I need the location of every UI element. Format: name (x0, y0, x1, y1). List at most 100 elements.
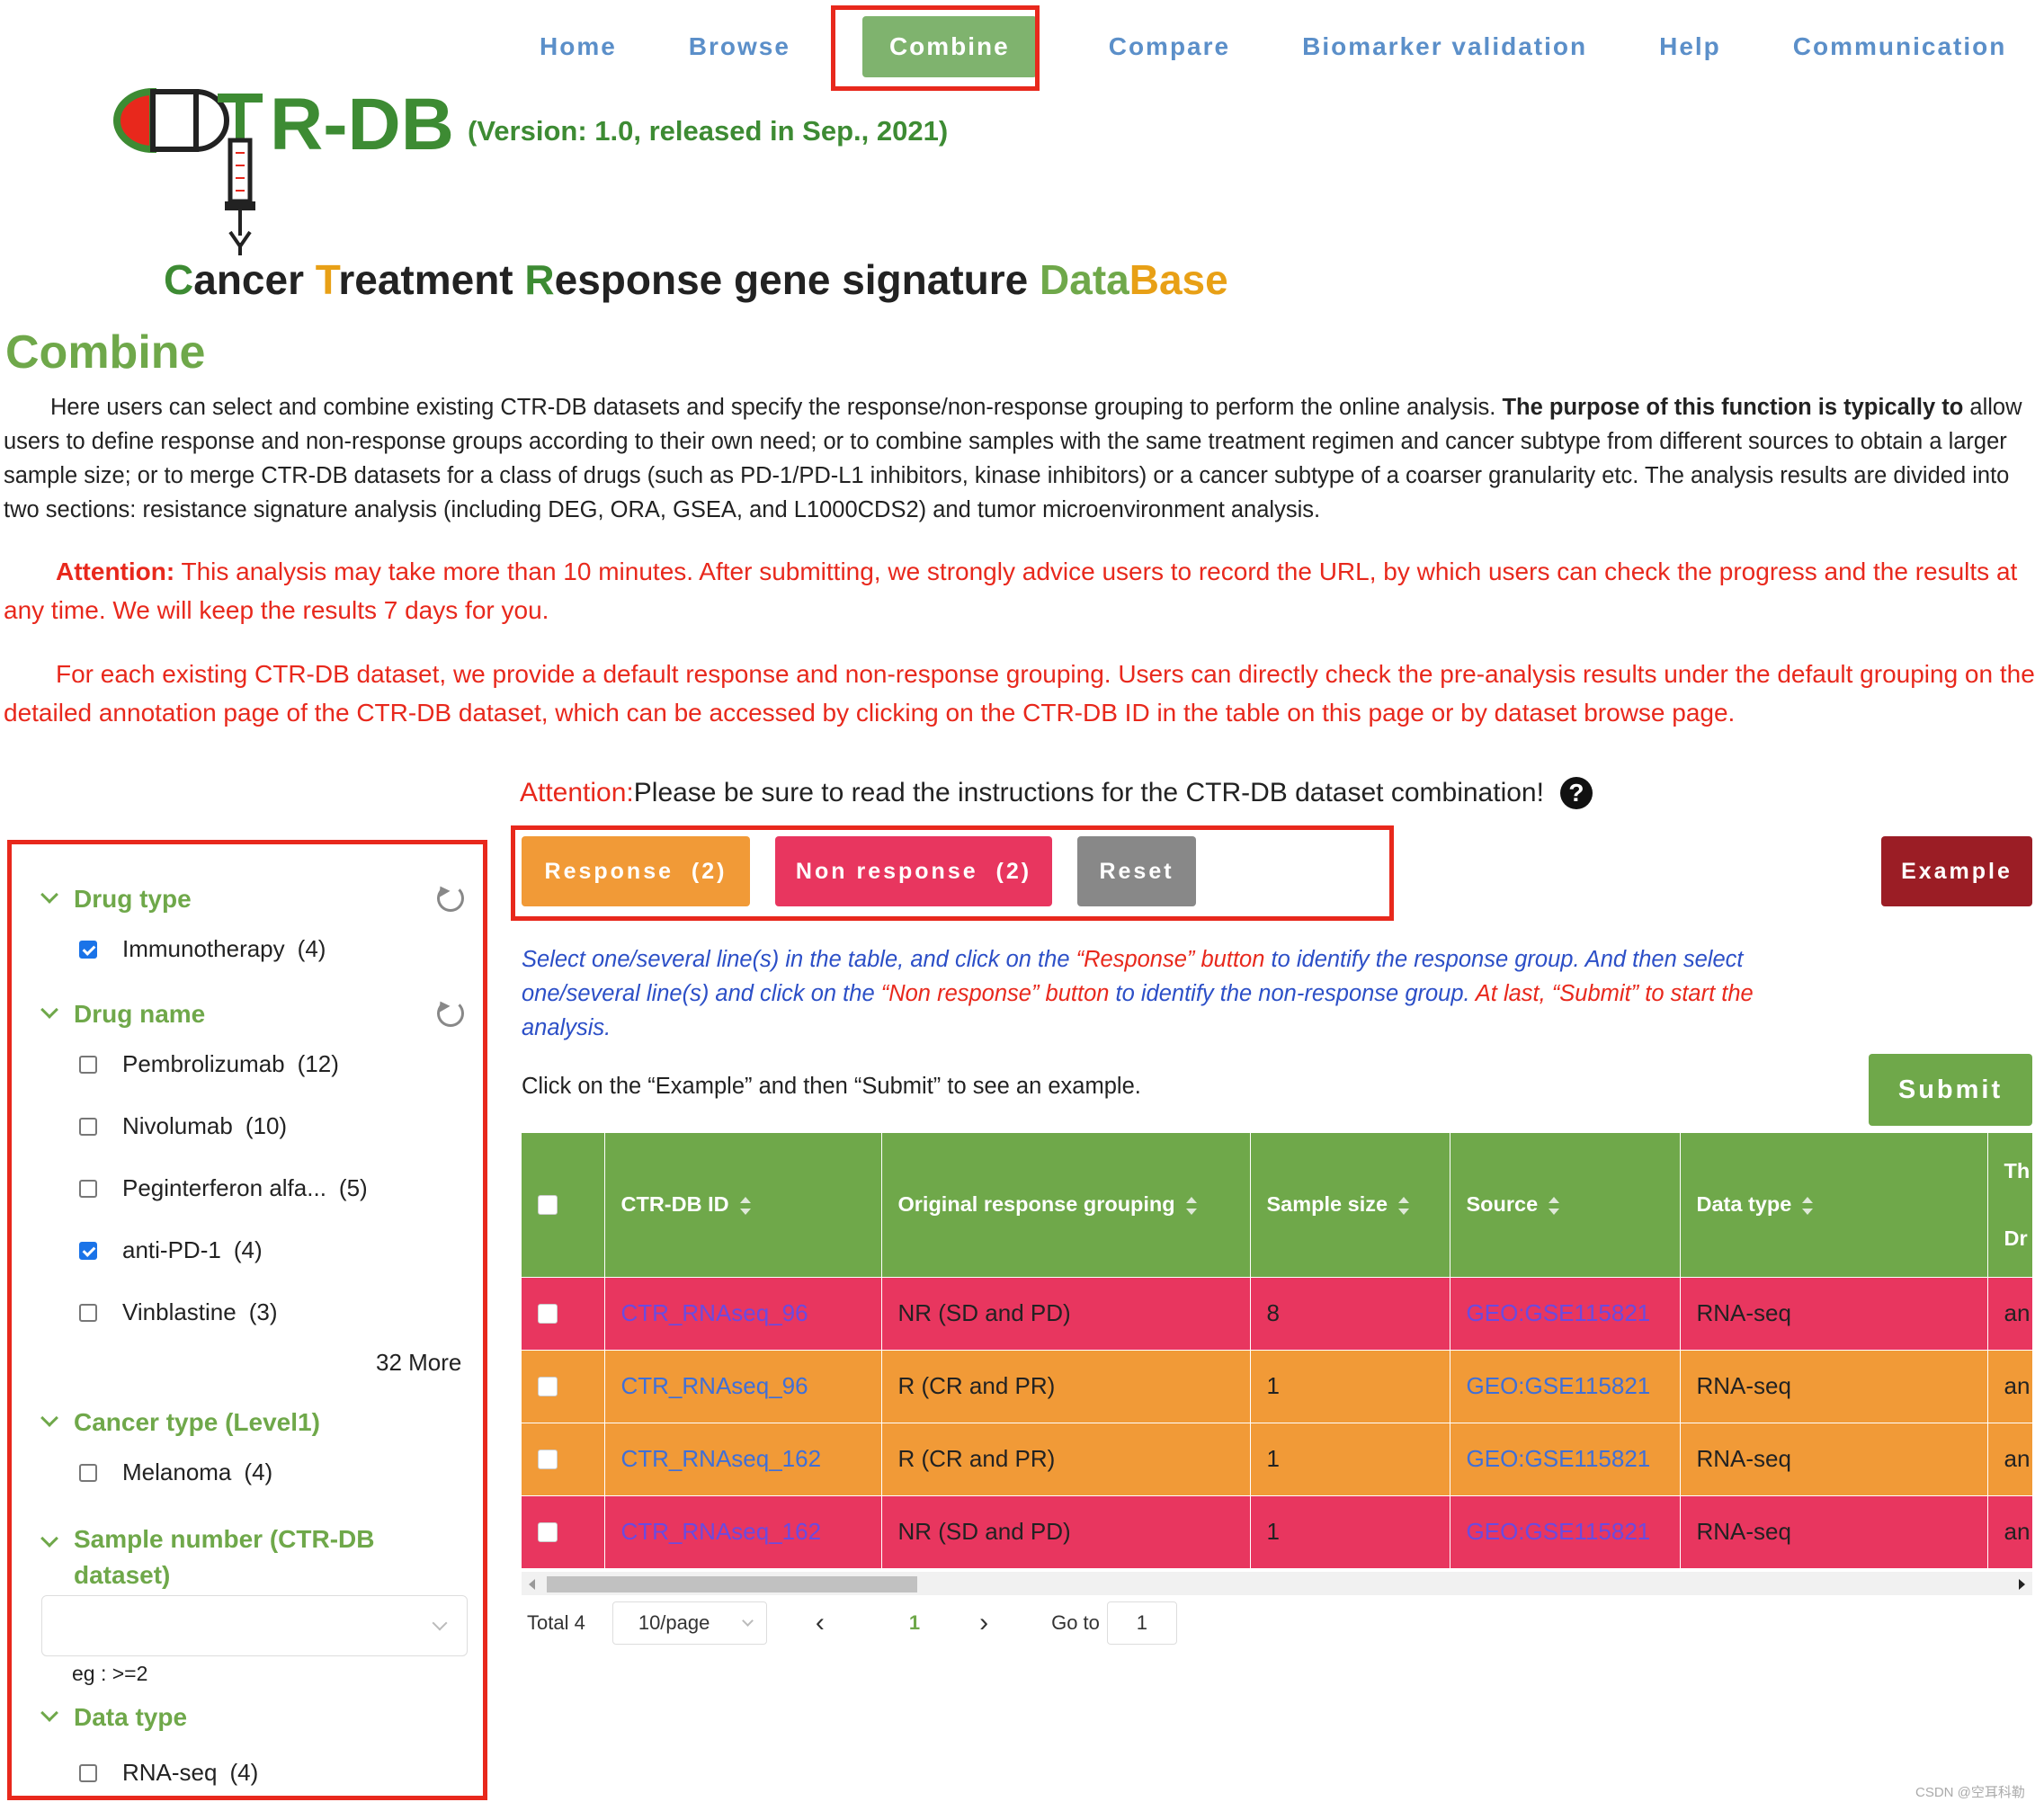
ctr-db-id-cell[interactable]: CTR_RNAseq_162 (604, 1494, 882, 1568)
checkbox[interactable] (79, 1763, 97, 1782)
response-button[interactable]: Response (2) (522, 836, 750, 906)
source-link[interactable]: GEO:GSE115821 (1467, 1518, 1651, 1545)
filter-option-pembrolizumab[interactable]: Pembrolizumab (12) (79, 1050, 339, 1078)
dataset-table: CTR-DB ID Original response grouping Sam… (522, 1133, 2032, 1595)
scroll-left-icon[interactable] (529, 1579, 535, 1590)
checkbox[interactable] (79, 1179, 97, 1198)
reset-icon[interactable] (437, 1000, 464, 1027)
table-row[interactable]: CTR_RNAseq_96 NR (SD and PD) 8 GEO:GSE11… (522, 1276, 2032, 1350)
filter-drug-name-header[interactable]: Drug name (40, 1000, 205, 1029)
next-page-button[interactable]: › (970, 1608, 997, 1638)
truncated-cell: an (1987, 1276, 2032, 1350)
filter-option-vinblastine[interactable]: Vinblastine (3) (79, 1298, 278, 1326)
nav-highlight-box (831, 5, 1040, 91)
ctr-db-id-cell[interactable]: CTR_RNAseq_96 (604, 1276, 882, 1350)
page-size-select[interactable]: 10/page (611, 1601, 767, 1645)
source-link[interactable]: GEO:GSE115821 (1467, 1299, 1651, 1326)
row-checkbox[interactable] (538, 1303, 558, 1324)
source-cell[interactable]: GEO:GSE115821 (1450, 1276, 1681, 1350)
row-select-cell[interactable] (522, 1494, 605, 1568)
sample-number-select[interactable] (41, 1595, 468, 1656)
table-row[interactable]: CTR_RNAseq_162 R (CR and PR) 1 GEO:GSE11… (522, 1422, 2032, 1495)
ctr-db-id-link[interactable]: CTR_RNAseq_162 (621, 1445, 822, 1472)
top-nav: Home Browse Combine Compare Biomarker va… (540, 13, 2044, 81)
reset-icon[interactable] (437, 885, 464, 912)
grouping-cell: R (CR and PR) (881, 1422, 1251, 1495)
col-header-original-grouping[interactable]: Original response grouping (881, 1133, 1251, 1277)
site-subtitle: Cancer Treatment Response gene signature… (164, 256, 1228, 303)
example-button[interactable]: Example (1881, 836, 2032, 906)
source-link[interactable]: GEO:GSE115821 (1467, 1372, 1651, 1399)
checkbox[interactable] (79, 1055, 97, 1074)
data-type-cell: RNA-seq (1680, 1422, 1988, 1495)
truncated-cell: an (1987, 1349, 2032, 1423)
row-checkbox[interactable] (538, 1521, 558, 1542)
nav-communication[interactable]: Communication (1793, 32, 2007, 61)
prev-page-button[interactable]: ‹ (807, 1608, 834, 1638)
filter-option-anti-pd-1[interactable]: anti-PD-1 (4) (79, 1236, 263, 1264)
checkbox-checked[interactable] (79, 940, 97, 959)
goto-label: Go to (1051, 1611, 1100, 1634)
table-row[interactable]: CTR_RNAseq_96 R (CR and PR) 1 GEO:GSE115… (522, 1349, 2032, 1423)
chevron-down-icon (741, 1615, 754, 1627)
filter-option-immunotherapy[interactable]: Immunotherapy (4) (79, 935, 326, 963)
row-select-cell[interactable] (522, 1276, 605, 1350)
filter-option-nivolumab[interactable]: Nivolumab (10) (79, 1112, 287, 1140)
chevron-down-icon (40, 1704, 58, 1722)
checkbox-checked[interactable] (79, 1241, 97, 1260)
source-cell[interactable]: GEO:GSE115821 (1450, 1349, 1681, 1423)
checkbox[interactable] (79, 1303, 97, 1322)
nav-home[interactable]: Home (540, 32, 617, 61)
checkbox[interactable] (79, 1117, 97, 1136)
col-header-source[interactable]: Source (1450, 1133, 1681, 1277)
ctr-db-id-cell[interactable]: CTR_RNAseq_162 (604, 1422, 882, 1495)
sort-icon[interactable] (1549, 1197, 1560, 1216)
col-header-ctr-db-id[interactable]: CTR-DB ID (604, 1133, 882, 1277)
table-row[interactable]: CTR_RNAseq_162 NR (SD and PD) 1 GEO:GSE1… (522, 1494, 2032, 1568)
source-cell[interactable]: GEO:GSE115821 (1450, 1422, 1681, 1495)
nav-help[interactable]: Help (1659, 32, 1721, 61)
sort-icon[interactable] (1185, 1197, 1197, 1216)
data-type-cell: RNA-seq (1680, 1276, 1988, 1350)
col-header-truncated: Th Dr (1987, 1133, 2032, 1277)
row-checkbox[interactable] (538, 1449, 558, 1469)
current-page[interactable]: 1 (909, 1611, 920, 1635)
filter-sample-number-header[interactable]: Sample number (CTR-DB dataset) (40, 1521, 385, 1593)
row-checkbox[interactable] (538, 1376, 558, 1396)
filter-drug-type-header[interactable]: Drug type (40, 885, 192, 914)
row-select-cell[interactable] (522, 1349, 605, 1423)
sample-size-cell: 1 (1250, 1494, 1450, 1568)
show-more-link[interactable]: 32 More (376, 1349, 461, 1377)
ctr-db-id-link[interactable]: CTR_RNAseq_96 (621, 1299, 808, 1326)
sort-icon[interactable] (1398, 1197, 1410, 1216)
filter-option-peginterferon[interactable]: Peginterferon alfa... (5) (79, 1174, 368, 1202)
filter-data-type-header[interactable]: Data type (40, 1703, 187, 1732)
ctr-db-id-cell[interactable]: CTR_RNAseq_96 (604, 1349, 882, 1423)
sort-icon[interactable] (739, 1197, 751, 1216)
col-header-sample-size[interactable]: Sample size (1250, 1133, 1450, 1277)
ctr-db-id-link[interactable]: CTR_RNAseq_96 (621, 1372, 808, 1399)
source-cell[interactable]: GEO:GSE115821 (1450, 1494, 1681, 1568)
scroll-right-icon[interactable] (2019, 1579, 2025, 1590)
select-all-checkbox[interactable] (538, 1194, 558, 1215)
reset-button[interactable]: Reset (1077, 836, 1196, 906)
filter-option-rna-seq[interactable]: RNA-seq (4) (79, 1759, 258, 1787)
nav-browse[interactable]: Browse (689, 32, 790, 61)
filter-option-melanoma[interactable]: Melanoma (4) (79, 1459, 272, 1486)
ctr-db-id-link[interactable]: CTR_RNAseq_162 (621, 1518, 822, 1545)
row-select-cell[interactable] (522, 1422, 605, 1495)
help-icon[interactable]: ? (1559, 777, 1593, 809)
col-header-data-type[interactable]: Data type (1680, 1133, 1988, 1277)
scrollbar-thumb[interactable] (547, 1576, 917, 1592)
nav-compare[interactable]: Compare (1109, 32, 1230, 61)
source-link[interactable]: GEO:GSE115821 (1467, 1445, 1651, 1472)
checkbox[interactable] (79, 1463, 97, 1482)
nav-biomarker-validation[interactable]: Biomarker validation (1302, 32, 1587, 61)
filter-cancer-type-header[interactable]: Cancer type (Level1) (40, 1408, 320, 1437)
select-all-cell[interactable] (522, 1133, 605, 1277)
sort-icon[interactable] (1802, 1197, 1814, 1216)
non-response-button[interactable]: Non response (2) (775, 836, 1052, 906)
table-horizontal-scrollbar[interactable] (522, 1572, 2032, 1595)
goto-page-input[interactable]: 1 (1106, 1601, 1177, 1645)
submit-button[interactable]: Submit (1869, 1054, 2032, 1126)
